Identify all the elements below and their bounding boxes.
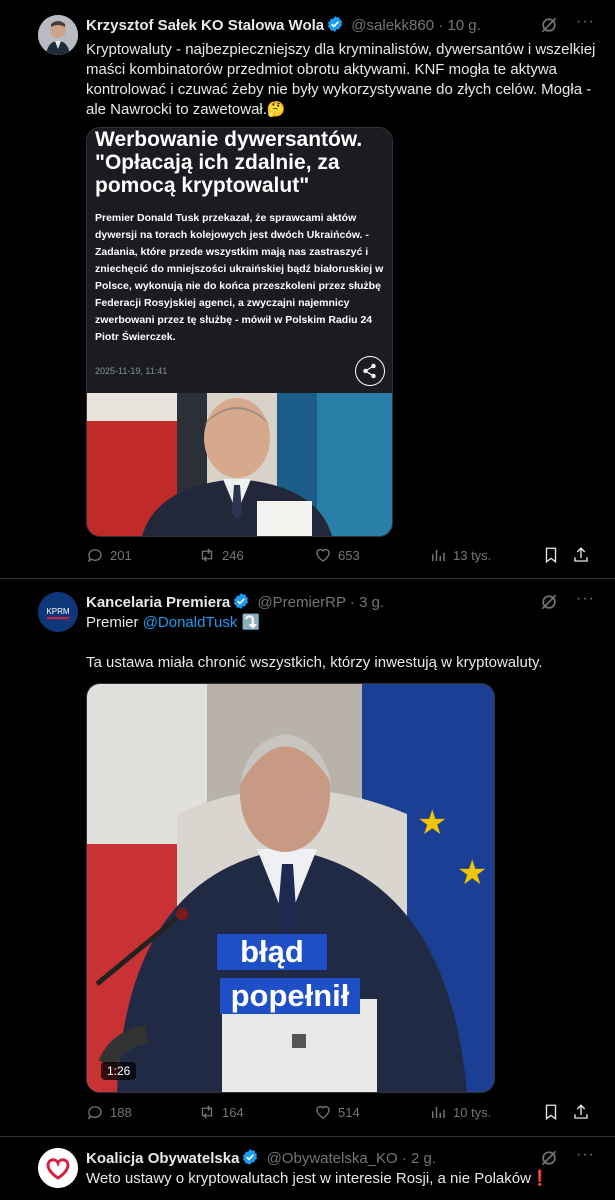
reply-count: 201 <box>110 547 132 563</box>
tweet-kprm[interactable]: KPRM Kancelaria Premiera @PremierRP · 3 … <box>0 578 615 1137</box>
link-card[interactable]: Werbowanie dywersantów. "Opłacają ich zd… <box>86 127 393 537</box>
repost-button[interactable]: 164 <box>198 1103 244 1121</box>
repost-icon <box>201 1105 213 1119</box>
reply-count: 188 <box>110 1104 132 1120</box>
svg-text:★: ★ <box>457 853 487 893</box>
more-options-icon[interactable]: ··· <box>576 13 595 31</box>
timestamp[interactable]: 3 g. <box>359 594 384 611</box>
tweet-header: Koalicja Obywatelska @Obywatelska_KO · 2… <box>86 1148 436 1167</box>
grok-icon[interactable] <box>539 1148 559 1168</box>
author-handle[interactable]: @Obywatelska_KO <box>267 1150 398 1167</box>
tweet-header: Kancelaria Premiera @PremierRP · 3 g. <box>86 592 384 611</box>
like-button[interactable]: 653 <box>314 546 360 564</box>
bookmark-icon <box>545 1104 557 1121</box>
repost-icon <box>201 548 213 562</box>
share-upload-icon <box>574 1104 588 1119</box>
share-icon[interactable] <box>355 356 385 386</box>
separator-dot: · <box>438 17 444 34</box>
card-date: 2025-11-19, 11:41 <box>95 366 168 376</box>
avatar-ko[interactable] <box>38 1148 78 1188</box>
share-upload-icon <box>574 547 588 562</box>
share-button[interactable] <box>572 546 596 564</box>
action-bar: 201 246 653 13 tys. <box>86 546 598 566</box>
reply-icon <box>87 1106 102 1120</box>
subtitle-line-2: popełnił <box>220 978 360 1014</box>
card-headline: Werbowanie dywersantów. "Opłacają ich zd… <box>95 128 363 197</box>
author-handle[interactable]: @salekk860 <box>351 17 434 34</box>
like-count: 514 <box>338 1104 360 1120</box>
timestamp[interactable]: 10 g. <box>447 17 480 34</box>
tweet-salek[interactable]: Krzysztof Sałek KO Stalowa Wola @salekk8… <box>0 0 615 579</box>
verified-badge-icon <box>243 1149 258 1165</box>
repost-count: 164 <box>222 1104 244 1120</box>
view-count: 13 tys. <box>453 547 492 563</box>
subtitle-line-1: błąd <box>217 934 327 970</box>
heart-icon <box>316 548 330 562</box>
reply-icon <box>87 549 102 563</box>
author-name[interactable]: Kancelaria Premiera <box>86 594 230 611</box>
tweet-text-line1: Premier @DonaldTusk ⤵️ <box>86 613 598 633</box>
avatar-salek[interactable] <box>38 15 78 55</box>
reply-button[interactable]: 188 <box>86 1103 132 1121</box>
author-name[interactable]: Krzysztof Sałek KO Stalowa Wola <box>86 17 324 34</box>
bookmark-button[interactable] <box>542 1103 566 1121</box>
text-prefix: Premier <box>86 614 143 631</box>
video-player[interactable]: ★ ★ błąd popełnił 1:26 <box>86 683 495 1093</box>
timestamp[interactable]: 2 g. <box>411 1150 436 1167</box>
view-count: 10 tys. <box>453 1104 492 1120</box>
svg-text:KPRM: KPRM <box>46 607 69 616</box>
views-icon <box>432 1106 445 1118</box>
putin-photo <box>87 393 392 536</box>
like-button[interactable]: 514 <box>314 1103 360 1121</box>
video-duration: 1:26 <box>101 1062 137 1080</box>
reply-button[interactable]: 201 <box>86 546 132 564</box>
separator-dot: · <box>349 594 355 611</box>
card-body: Premier Donald Tusk przekazał, że sprawc… <box>95 212 384 343</box>
views-button[interactable]: 13 tys. <box>429 546 491 564</box>
svg-text:★: ★ <box>417 803 447 843</box>
tweet-text-line2: Ta ustawa miała chronić wszystkich, któr… <box>86 654 543 671</box>
repost-button[interactable]: 246 <box>198 546 244 564</box>
action-bar: 188 164 514 10 tys. <box>86 1103 598 1123</box>
tweet-text: Kryptowaluty - najbezpieczniejszy dla kr… <box>86 41 596 118</box>
tweet-header: Krzysztof Sałek KO Stalowa Wola @salekk8… <box>86 15 481 34</box>
tweet-text: Weto ustawy o kryptowalutach jest w inte… <box>86 1170 550 1187</box>
more-options-icon[interactable]: ··· <box>576 590 595 608</box>
arrow-emoji: ⤵️ <box>241 614 261 631</box>
views-button[interactable]: 10 tys. <box>429 1103 491 1121</box>
grok-icon[interactable] <box>539 592 559 612</box>
bookmark-button[interactable] <box>542 546 566 564</box>
repost-count: 246 <box>222 547 244 563</box>
heart-icon <box>316 1105 330 1119</box>
tusk-video-frame: ★ ★ <box>87 684 494 1092</box>
author-handle[interactable]: @PremierRP <box>257 594 345 611</box>
like-count: 653 <box>338 547 360 563</box>
mention-link[interactable]: @DonaldTusk <box>143 614 238 631</box>
tweet-ko[interactable]: Koalicja Obywatelska @Obywatelska_KO · 2… <box>0 1136 615 1200</box>
more-options-icon[interactable]: ··· <box>576 1146 595 1164</box>
verified-badge-icon <box>328 16 343 32</box>
separator-dot: · <box>401 1150 407 1167</box>
bookmark-icon <box>545 547 557 564</box>
kprm-logo: KPRM <box>38 592 78 632</box>
author-name[interactable]: Koalicja Obywatelska <box>86 1150 239 1167</box>
share-button[interactable] <box>572 1103 596 1121</box>
avatar-photo <box>38 15 78 55</box>
avatar-kprm[interactable]: KPRM <box>38 592 78 632</box>
heart-logo-icon <box>38 1148 78 1188</box>
verified-badge-icon <box>234 593 249 609</box>
views-icon <box>432 549 445 561</box>
grok-icon[interactable] <box>539 15 559 35</box>
